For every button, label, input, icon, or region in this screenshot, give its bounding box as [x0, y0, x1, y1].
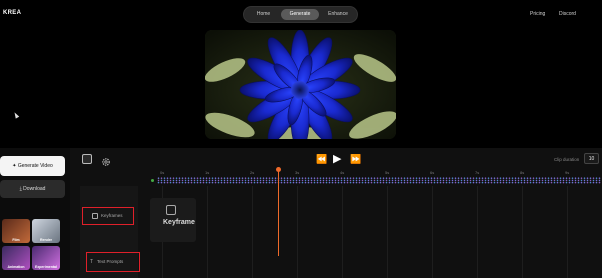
- flower-image: [205, 30, 396, 139]
- film-icon[interactable]: [82, 154, 92, 164]
- pricing-link[interactable]: Pricing: [530, 11, 545, 17]
- frame-strip: [157, 177, 601, 184]
- grid-line: [207, 186, 208, 278]
- krea-logo[interactable]: KREA: [3, 10, 21, 16]
- ruler-tick: 5s: [385, 170, 390, 175]
- top-bar: KREA Home Generate Enhance Pricing Disco…: [0, 0, 602, 30]
- main-nav: Home Generate Enhance: [243, 6, 358, 23]
- download-button[interactable]: ⤓ Download: [0, 180, 65, 198]
- video-preview[interactable]: [205, 30, 396, 139]
- discord-link[interactable]: Discord: [559, 11, 576, 17]
- ruler-tick: 0s: [160, 170, 165, 175]
- ruler-tick: 8s: [520, 170, 525, 175]
- text-icon: T: [90, 259, 94, 265]
- ruler-tick: 6s: [430, 170, 435, 175]
- grid-line: [342, 186, 343, 278]
- style-tile-film[interactable]: Film: [2, 219, 30, 243]
- style-tile-experimental[interactable]: Experimental: [32, 246, 60, 270]
- keyframes-lane[interactable]: Keyframes: [82, 207, 134, 225]
- add-image-icon: [166, 205, 176, 215]
- image-icon: [92, 213, 98, 219]
- ruler-tick: 2s: [250, 170, 255, 175]
- ruler-tick: 7s: [475, 170, 480, 175]
- grid-line: [477, 186, 478, 278]
- timeline-start-marker: [151, 179, 154, 182]
- gear-icon[interactable]: [101, 154, 111, 166]
- ruler-tick: 1s: [205, 170, 210, 175]
- playhead-handle[interactable]: [276, 167, 281, 172]
- rewind-icon[interactable]: ⏪: [316, 154, 327, 165]
- style-tile-render[interactable]: Render: [32, 219, 60, 243]
- play-icon[interactable]: ▶: [333, 152, 341, 165]
- grid-line: [522, 186, 523, 278]
- ruler-tick: 4s: [340, 170, 345, 175]
- style-tile-animation[interactable]: Animation: [2, 246, 30, 270]
- tab-enhance[interactable]: Enhance: [321, 9, 355, 20]
- generate-video-button[interactable]: ✦ Generate Video: [0, 156, 65, 176]
- grid-line: [567, 186, 568, 278]
- tab-home[interactable]: Home: [248, 9, 279, 20]
- text-prompts-lane[interactable]: T Text Prompts: [86, 252, 140, 272]
- mouse-cursor: [12, 111, 20, 119]
- fast-forward-icon[interactable]: ⏩: [350, 154, 361, 165]
- grid-line: [252, 186, 253, 278]
- grid-line: [387, 186, 388, 278]
- ruler-tick: 3s: [295, 170, 300, 175]
- grid-line: [432, 186, 433, 278]
- playhead[interactable]: [278, 170, 279, 256]
- grid-line: [297, 186, 298, 278]
- ruler-tick: 9s: [565, 170, 570, 175]
- clip-duration-input[interactable]: 10: [584, 153, 599, 164]
- clip-duration-label: Clip duration: [554, 157, 580, 162]
- tab-generate[interactable]: Generate: [281, 9, 319, 20]
- keyframe-label: Keyframe: [163, 219, 195, 226]
